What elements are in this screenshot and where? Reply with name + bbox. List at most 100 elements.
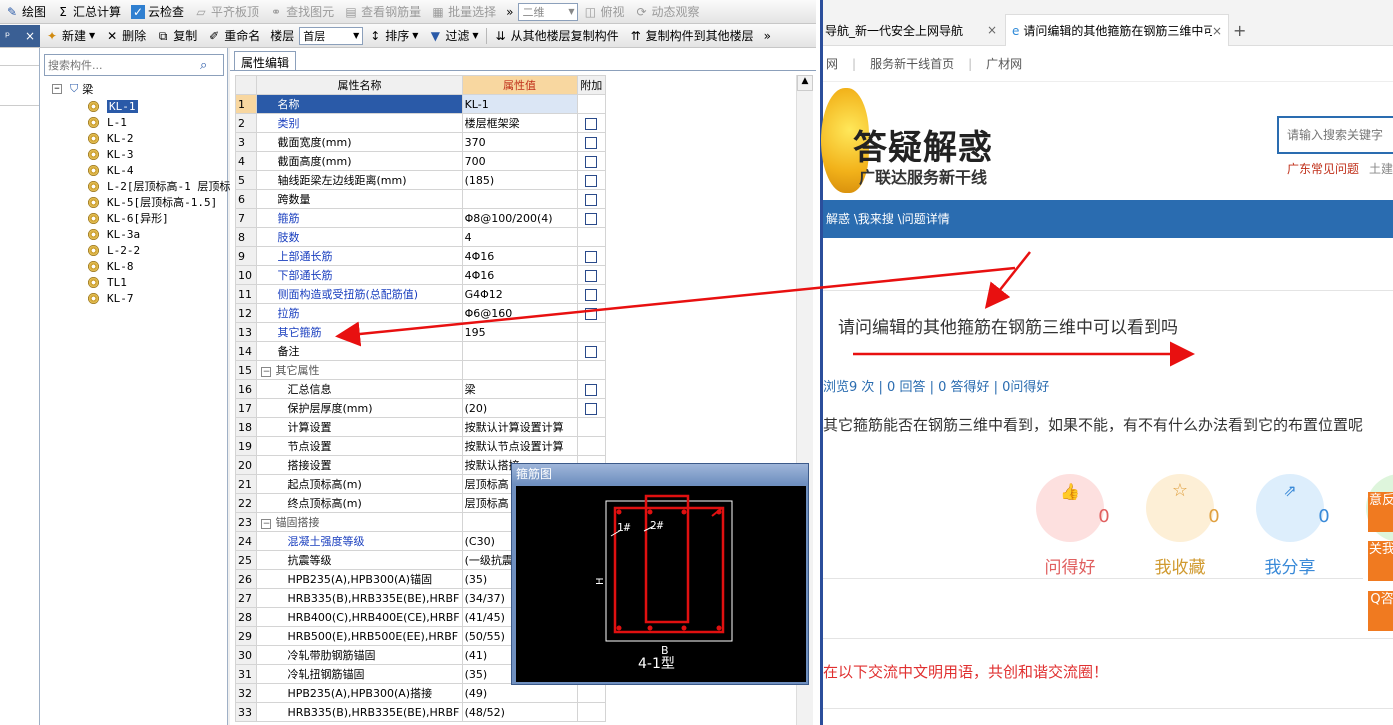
property-value[interactable]: (185)	[461, 170, 578, 190]
append-checkbox[interactable]	[585, 288, 598, 301]
tree-item[interactable]: KL-1	[88, 98, 230, 114]
tree-item[interactable]: KL-2	[88, 130, 230, 146]
follow-side-button[interactable]: 关我	[1368, 541, 1393, 581]
append-checkbox[interactable]	[585, 193, 598, 206]
search-icon[interactable]: ⌕	[200, 58, 207, 73]
property-row[interactable]: 32 HPB235(A),HPB300(A)搭接 (49)	[234, 683, 606, 703]
tree-item[interactable]: L-1	[88, 114, 230, 130]
pin-icon[interactable]: ᵖ	[5, 29, 10, 43]
property-value[interactable]: 4	[461, 227, 578, 247]
property-row[interactable]: 1 名称 KL-1	[234, 94, 606, 114]
collapse-icon[interactable]: −	[261, 519, 272, 529]
property-value[interactable]: 按默认计算设置计算	[461, 417, 578, 437]
new-button[interactable]: ✦ 新建 ▼	[40, 25, 100, 47]
sum-calc-button[interactable]: Σ 汇总计算	[51, 1, 126, 23]
close-icon[interactable]: ×	[25, 29, 35, 43]
top-link[interactable]: 服务新干线首页	[870, 55, 954, 72]
browser-tab-2[interactable]: e 请问编辑的其他箍筋在钢筋三维中可 ×	[1005, 14, 1229, 46]
property-row[interactable]: 7 箍筋 Φ8@100/200(4)	[234, 208, 606, 228]
stirrup-diagram-window[interactable]: 箍筋图 1# 2# H B 4-1型	[511, 463, 809, 685]
property-row[interactable]: 9 上部通长筋 4Φ16	[234, 246, 606, 266]
top-view-button[interactable]: ◫ 俯视	[578, 1, 629, 23]
toolbar-overflow-2[interactable]: »	[759, 25, 776, 47]
top-link[interactable]: 广材网	[986, 55, 1022, 72]
property-row[interactable]: 18 计算设置 按默认计算设置计算	[234, 417, 606, 437]
property-value[interactable]: KL-1	[461, 94, 578, 114]
property-value[interactable]	[461, 189, 578, 209]
flat-slab-button[interactable]: ▱ 平齐板顶	[189, 1, 264, 23]
rename-button[interactable]: ✐ 重命名	[202, 25, 265, 47]
batch-select-button[interactable]: ▦ 批量选择	[426, 1, 501, 23]
copy-from-floor-button[interactable]: ⇊ 从其他楼层复制构件	[489, 25, 624, 47]
append-checkbox[interactable]	[585, 250, 598, 263]
property-value[interactable]: 按默认节点设置计算	[461, 436, 578, 456]
property-row[interactable]: 17 保护层厚度(mm) (20)	[234, 398, 606, 418]
new-tab-button[interactable]: +	[1233, 14, 1253, 46]
append-checkbox[interactable]	[585, 269, 598, 282]
toolbar-overflow-1[interactable]: »	[501, 1, 518, 23]
breadcrumb[interactable]: 解惑 \我来搜 \问题详情	[823, 200, 1393, 238]
site-search-input[interactable]	[1279, 118, 1393, 152]
property-row[interactable]: 6 跨数量	[234, 189, 606, 209]
delete-button[interactable]: ✕ 删除	[100, 25, 151, 47]
property-value[interactable]: (49)	[461, 683, 578, 703]
append-checkbox[interactable]	[585, 345, 598, 358]
tree-item[interactable]: KL-6[异形]	[88, 210, 230, 226]
share-button[interactable]: ⇗ 0	[1256, 474, 1330, 542]
property-row[interactable]: 19 节点设置 按默认节点设置计算	[234, 436, 606, 456]
property-row[interactable]: 33 HRB335(B),HRB335E(BE),HRBF (48/52)	[234, 702, 606, 722]
search-input[interactable]	[45, 58, 200, 72]
append-checkbox[interactable]	[585, 383, 598, 396]
property-value[interactable]: 700	[461, 151, 578, 171]
property-value[interactable]: 4Φ16	[461, 246, 578, 266]
hot-link[interactable]: 广东常见问题	[1287, 160, 1359, 177]
sort-button[interactable]: ↕ 排序 ▼	[363, 25, 423, 47]
tab-property-edit[interactable]: 属性编辑	[234, 51, 297, 71]
property-row[interactable]: 13 其它箍筋 195	[234, 322, 606, 342]
close-icon[interactable]: ×	[987, 23, 997, 37]
browser-tab-1[interactable]: 导航_新一代安全上网导航 ×	[823, 14, 1003, 46]
property-row[interactable]: 11 侧面构造或受扭筋(总配筋值) G4Φ12	[234, 284, 606, 304]
hot-link-2[interactable]: 土建	[1369, 160, 1393, 177]
append-checkbox[interactable]	[585, 174, 598, 187]
property-row[interactable]: 15− 其它属性	[234, 360, 606, 380]
property-value[interactable]: 楼层框架梁	[461, 113, 578, 133]
favorite-button[interactable]: ☆ 0	[1146, 474, 1220, 542]
append-checkbox[interactable]	[585, 117, 598, 130]
property-row[interactable]: 4 截面高度(mm) 700	[234, 151, 606, 171]
scroll-up-icon[interactable]: ▲	[797, 75, 813, 91]
close-icon[interactable]: ×	[1212, 24, 1222, 38]
good-question-button[interactable]: 👍 0	[1036, 474, 1110, 542]
tree-item[interactable]: TL1	[88, 274, 230, 290]
tree-item[interactable]: KL-8	[88, 258, 230, 274]
collapse-icon[interactable]: −	[261, 367, 272, 377]
tree-item[interactable]: L-2-2	[88, 242, 230, 258]
tree-item[interactable]: L-2[层顶标高-1 层顶标	[88, 178, 230, 194]
tree-item[interactable]: KL-7	[88, 290, 230, 306]
floor-select[interactable]: 首层 ▼	[299, 26, 364, 45]
collapse-icon[interactable]: −	[52, 84, 62, 94]
filter-button[interactable]: ▼ 过滤 ▼	[423, 25, 483, 47]
tree-item[interactable]: KL-5[层顶标高-1.5]	[88, 194, 230, 210]
property-value[interactable]: 195	[461, 322, 578, 342]
property-value[interactable]: G4Φ12	[461, 284, 578, 304]
append-checkbox[interactable]	[585, 155, 598, 168]
property-row[interactable]: 10 下部通长筋 4Φ16	[234, 265, 606, 285]
property-value[interactable]	[461, 360, 578, 380]
property-value[interactable]: 梁	[461, 379, 578, 399]
property-row[interactable]: 3 截面宽度(mm) 370	[234, 132, 606, 152]
property-value[interactable]: (48/52)	[461, 702, 578, 722]
property-row[interactable]: 8 肢数 4	[234, 227, 606, 247]
property-value[interactable]: 4Φ16	[461, 265, 578, 285]
draw-button[interactable]: ✎ 绘图	[0, 1, 51, 23]
property-value[interactable]: Φ6@160	[461, 303, 578, 323]
property-row[interactable]: 5 轴线距梁左边线距离(mm) (185)	[234, 170, 606, 190]
property-row[interactable]: 12 拉筋 Φ6@160	[234, 303, 606, 323]
tree-item[interactable]: KL-4	[88, 162, 230, 178]
qq-side-button[interactable]: Q咨	[1368, 591, 1393, 631]
copy-button[interactable]: ⧉ 复制	[151, 25, 202, 47]
copy-to-floor-button[interactable]: ⇈ 复制构件到其他楼层	[624, 25, 759, 47]
top-link[interactable]: 网	[826, 55, 838, 72]
property-value[interactable]: 370	[461, 132, 578, 152]
find-element-button[interactable]: ⚭ 查找图元	[264, 1, 339, 23]
